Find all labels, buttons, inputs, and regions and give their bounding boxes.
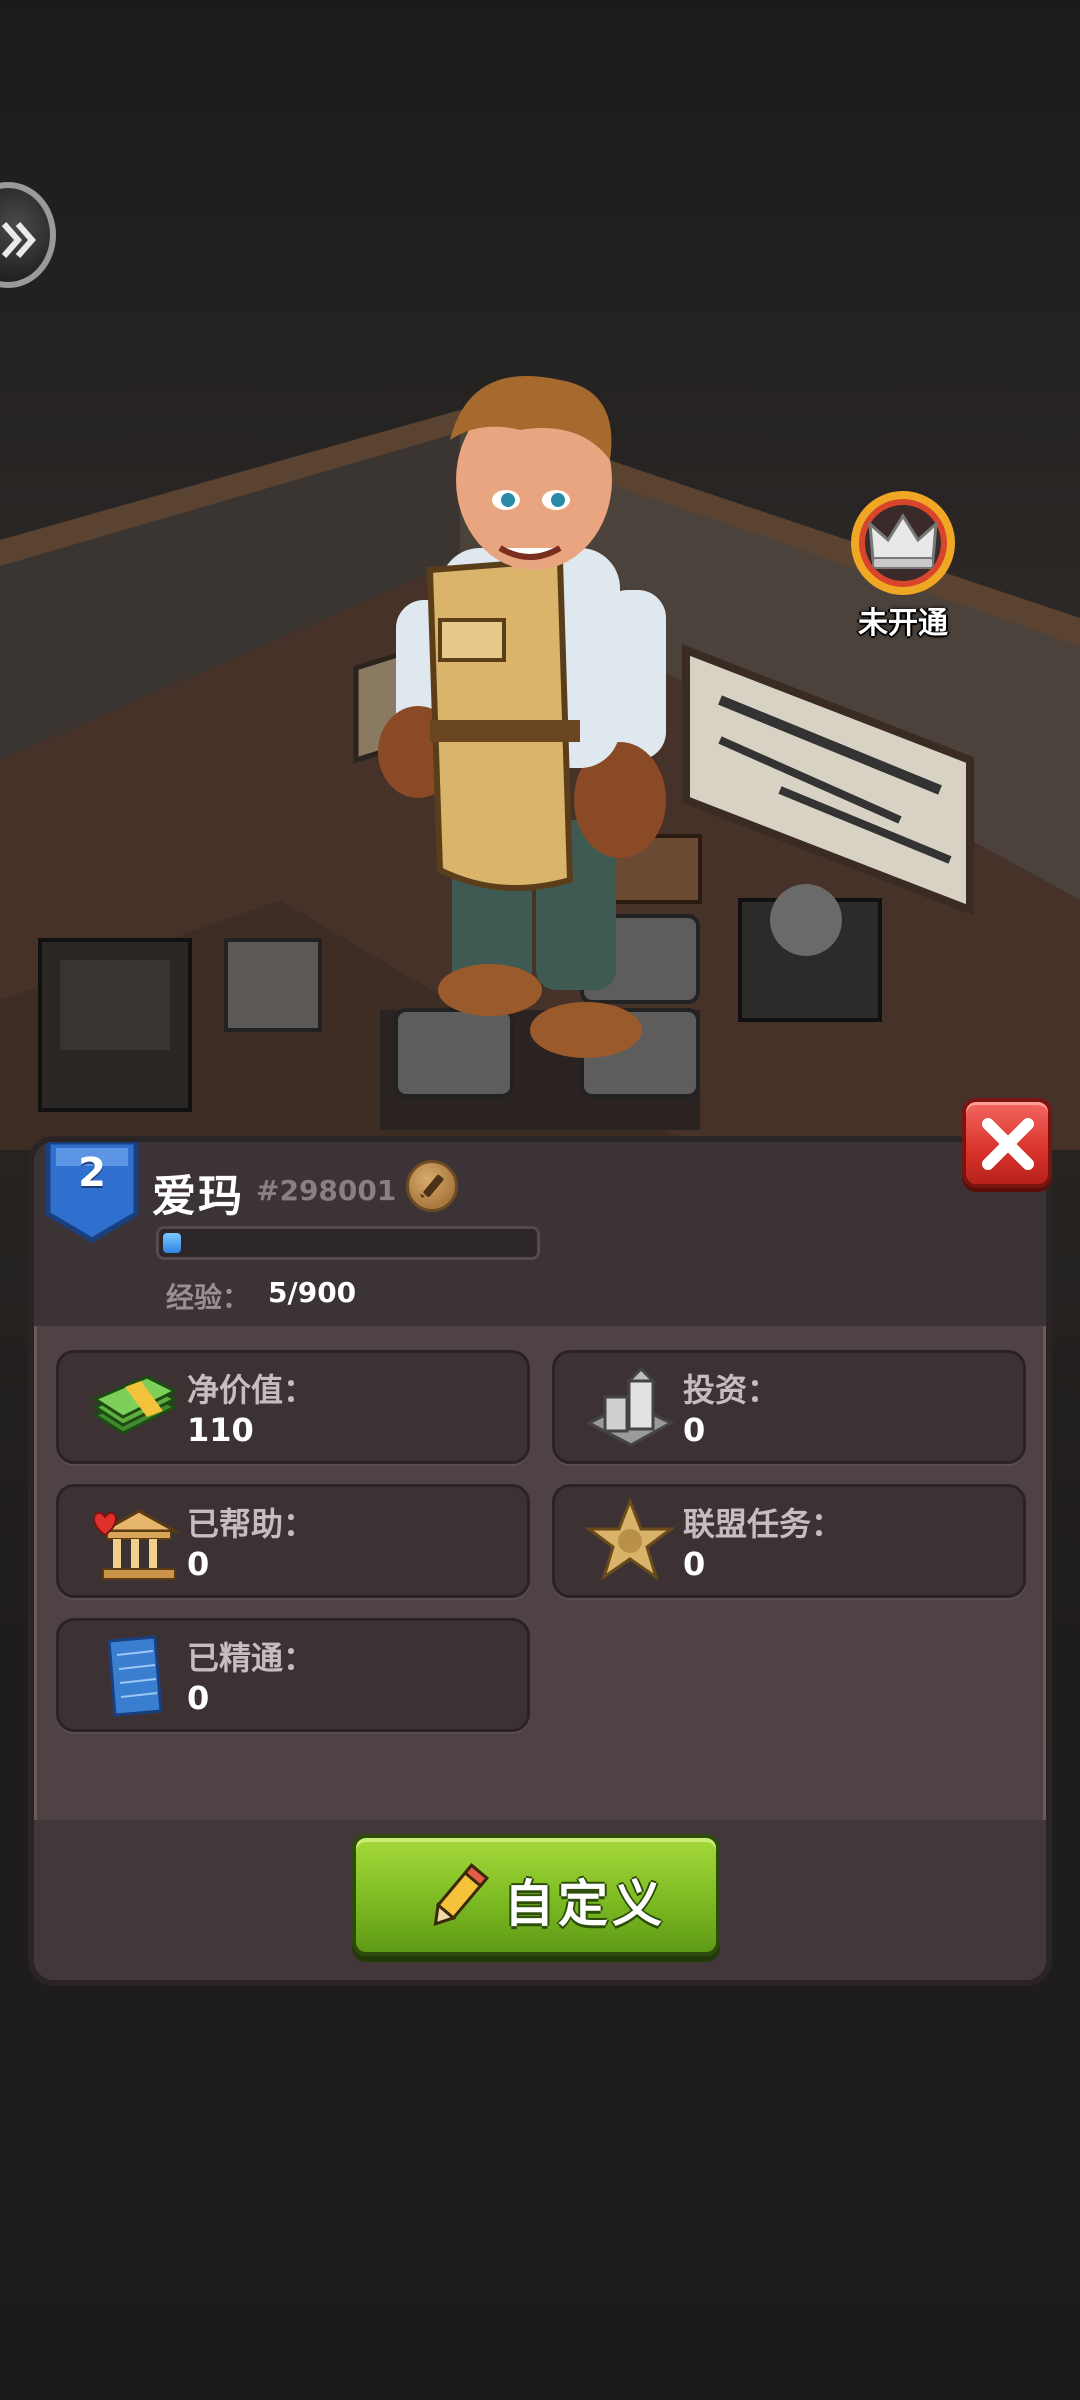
customize-button[interactable]: 自定义 (352, 1834, 720, 1956)
stat-value: 0 (683, 1545, 706, 1583)
close-button[interactable] (962, 1098, 1052, 1188)
crown-icon (851, 491, 955, 595)
blueprint-icon (107, 1635, 163, 1717)
stat-card-alliance-tasks: 联盟任务： 0 (552, 1484, 1026, 1598)
sheriff-star-icon (585, 1497, 675, 1581)
player-name: 爱玛 (152, 1171, 244, 1222)
stat-label: 已精通： (187, 1639, 316, 1677)
stat-card-net-worth: 净价值： 110 (56, 1350, 530, 1464)
game-screen: 未开通 2 爱玛 #298001 经验： 5/900 净价值： 110 投资： … (0, 0, 1080, 2400)
double-chevron-right-icon (1, 222, 36, 258)
bank-heart-icon (93, 1509, 179, 1580)
stat-value: 0 (187, 1545, 210, 1583)
vip-crown-badge[interactable]: 未开通 (838, 488, 968, 642)
crown-badge-label: 未开通 (858, 606, 948, 641)
stat-label: 已帮助： (187, 1505, 316, 1543)
edit-name-button[interactable] (406, 1160, 458, 1212)
customize-button-label: 自定义 (504, 1875, 666, 1933)
building-investment-icon (585, 1366, 675, 1447)
stat-value: 0 (683, 1411, 706, 1449)
close-icon (982, 1118, 1034, 1170)
stat-label: 净价值： (187, 1371, 316, 1409)
stat-label: 联盟任务： (683, 1505, 844, 1543)
experience-label: 经验： (166, 1281, 251, 1314)
stat-label: 投资： (683, 1371, 780, 1409)
experience-progress-bar (156, 1226, 540, 1260)
stat-card-mastered: 已精通： 0 (56, 1618, 530, 1732)
stat-value: 110 (187, 1411, 254, 1449)
stat-card-helped: 已帮助： 0 (56, 1484, 530, 1598)
experience-progress-fill (163, 1233, 181, 1253)
stat-card-investment: 投资： 0 (552, 1350, 1026, 1464)
stat-value: 0 (187, 1679, 210, 1717)
player-level: 2 (78, 1150, 106, 1196)
pencil-icon (433, 1863, 489, 1926)
level-badge: 2 (44, 1142, 140, 1246)
experience-value: 5/900 (268, 1276, 357, 1309)
player-id: #298001 (256, 1174, 397, 1207)
pencil-icon (420, 1174, 444, 1198)
cash-stack-icon (91, 1375, 179, 1435)
